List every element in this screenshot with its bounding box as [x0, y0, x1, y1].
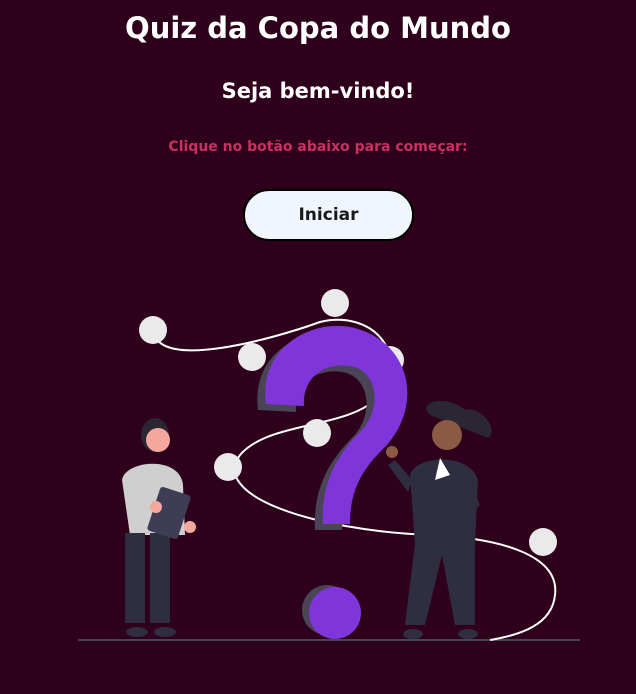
- dot-5: [303, 419, 331, 447]
- question-dot: [309, 587, 361, 639]
- question-mark-illustration: [78, 289, 580, 641]
- dot-1: [139, 316, 167, 344]
- welcome-heading: Seja bem-vindo!: [221, 79, 415, 103]
- start-button[interactable]: Iniciar: [243, 189, 414, 241]
- page-title: Quiz da Copa do Mundo: [125, 11, 511, 45]
- dot-6: [214, 453, 242, 481]
- dot-3: [238, 343, 266, 371]
- right-person: [386, 400, 492, 639]
- quiz-start-page: Quiz da Copa do Mundo Seja bem-vindo! Cl…: [0, 0, 636, 694]
- dot-2: [321, 289, 349, 317]
- question-mark-shape: [265, 325, 408, 524]
- dot-7: [529, 528, 557, 556]
- left-person: [122, 418, 196, 637]
- start-instruction: Clique no botão abaixo para começar:: [168, 139, 468, 155]
